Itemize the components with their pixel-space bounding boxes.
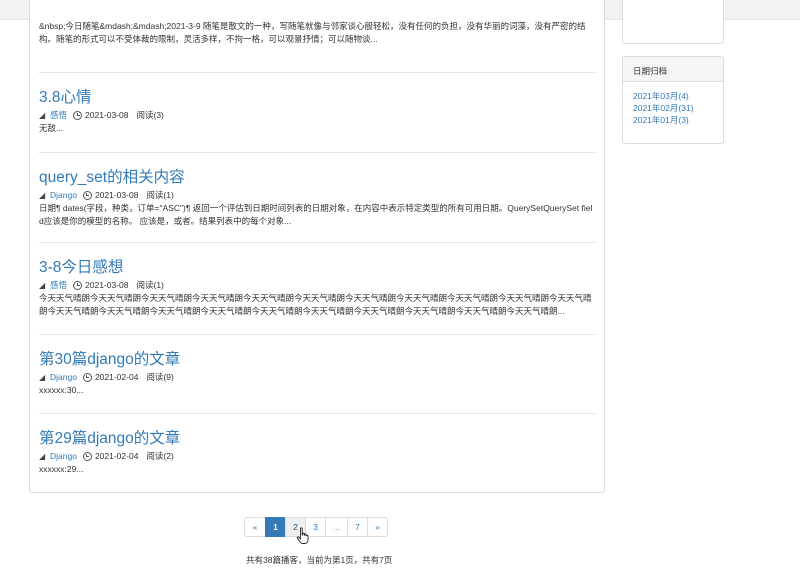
- clock-icon: [73, 110, 83, 120]
- tag-icon: ◢: [39, 451, 46, 461]
- archive-link[interactable]: 2021年02月(31): [633, 102, 723, 114]
- article-divider: [39, 242, 595, 243]
- article-excerpt: xxxxxx:30...: [39, 385, 84, 395]
- article-excerpt: 日期¶ dates(字段，种类，订单="ASC")¶ 返回一个评估到日期时间列表…: [39, 203, 593, 226]
- pagination-prev[interactable]: «: [244, 517, 266, 537]
- article-reads: 阅读(3): [136, 110, 164, 120]
- article-item: 3-8今日感想 ◢ 感悟 2021-03-08 阅读(1) 今天天气晴朗今天天气…: [39, 258, 595, 318]
- article-item: 第29篇django的文章 ◢ Django 2021-02-04 阅读(2) …: [39, 429, 595, 476]
- article-excerpt: 今天天气晴朗今天天气晴朗今天天气晴朗今天天气晴朗今天天气晴朗今天天气晴朗今天天气…: [39, 293, 592, 316]
- article-category-link[interactable]: 感悟: [50, 279, 67, 291]
- tag-icon: ◢: [39, 110, 46, 120]
- pagination-info: 共有38篇播客，当前为第1页，共有7页: [246, 555, 393, 565]
- clock-icon: [82, 451, 92, 461]
- clock-icon: [82, 372, 92, 382]
- pagination-next[interactable]: »: [367, 517, 388, 537]
- article-date: 2021-03-08: [85, 280, 129, 290]
- article-reads: 阅读(9): [146, 372, 174, 382]
- article-meta: ◢ Django 2021-02-04 阅读(2): [39, 449, 595, 463]
- article-divider: [39, 72, 595, 73]
- article-list-panel: &nbsp;今日随笔&mdash;&mdash;2021-3-9 随笔是散文的一…: [29, 0, 605, 493]
- article-category-link[interactable]: Django: [50, 451, 77, 461]
- article-date: 2021-03-08: [85, 110, 129, 120]
- article-title-link[interactable]: query_set的相关内容: [39, 168, 595, 188]
- pagination-page-7[interactable]: 7: [347, 517, 368, 537]
- date-archive-panel: 日期归档 2021年03月(4) 2021年02月(31) 2021年01月(3…: [622, 56, 724, 144]
- tag-icon: ◢: [39, 372, 46, 382]
- article-category-link[interactable]: Django: [50, 190, 77, 200]
- article-category-link[interactable]: 感悟: [50, 109, 67, 121]
- pagination-page-1[interactable]: 1: [265, 517, 286, 537]
- article-date: 2021-02-04: [94, 451, 139, 461]
- article-excerpt: 无敌...: [39, 123, 64, 133]
- pagination-ellipsis: ...: [325, 517, 348, 537]
- hand-pointer-icon: [296, 527, 309, 544]
- article-meta: ◢ Django 2021-03-08 阅读(1): [39, 188, 595, 202]
- tag-icon: ◢: [39, 190, 46, 200]
- article-meta: ◢ 感悟 2021-03-08 阅读(3): [39, 108, 595, 122]
- article-reads: 阅读(1): [146, 190, 174, 200]
- article-title-link[interactable]: 第29篇django的文章: [39, 429, 595, 449]
- clock-icon: [73, 280, 83, 290]
- article-meta: ◢ 感悟 2021-03-08 阅读(1): [39, 278, 595, 292]
- article-item: 3.8心情 ◢ 感悟 2021-03-08 阅读(3) 无敌...: [39, 88, 595, 135]
- article-date: 2021-03-08: [94, 190, 139, 200]
- article-reads: 阅读(2): [146, 451, 174, 461]
- sidebar-panel-top: [622, 0, 724, 44]
- date-archive-list: 2021年03月(4) 2021年02月(31) 2021年01月(3): [623, 82, 723, 126]
- article-meta: ◢ Django 2021-02-04 阅读(9): [39, 370, 595, 384]
- pagination: « 1 2 3 ... 7 »: [244, 517, 388, 537]
- tag-icon: ◢: [39, 280, 46, 290]
- date-archive-title: 日期归档: [623, 57, 723, 82]
- article-divider: [39, 334, 595, 335]
- article-divider: [39, 413, 595, 414]
- article-reads: 阅读(1): [136, 280, 164, 290]
- article-category-link[interactable]: Django: [50, 372, 77, 382]
- article-item: &nbsp;今日随笔&mdash;&mdash;2021-3-9 随笔是散文的一…: [39, 20, 595, 46]
- article-excerpt: xxxxxx:29...: [39, 464, 84, 474]
- article-title-link[interactable]: 3-8今日感想: [39, 258, 595, 278]
- archive-link[interactable]: 2021年01月(3): [633, 114, 723, 126]
- article-item: 第30篇django的文章 ◢ Django 2021-02-04 阅读(9) …: [39, 350, 595, 397]
- article-item: query_set的相关内容 ◢ Django 2021-03-08 阅读(1)…: [39, 168, 595, 228]
- article-title-link[interactable]: 第30篇django的文章: [39, 350, 595, 370]
- article-excerpt: &nbsp;今日随笔&mdash;&mdash;2021-3-9 随笔是散文的一…: [39, 21, 586, 44]
- article-divider: [39, 152, 595, 153]
- archive-link[interactable]: 2021年03月(4): [633, 90, 723, 102]
- clock-icon: [82, 190, 92, 200]
- article-date: 2021-02-04: [94, 372, 139, 382]
- article-title-link[interactable]: 3.8心情: [39, 88, 595, 108]
